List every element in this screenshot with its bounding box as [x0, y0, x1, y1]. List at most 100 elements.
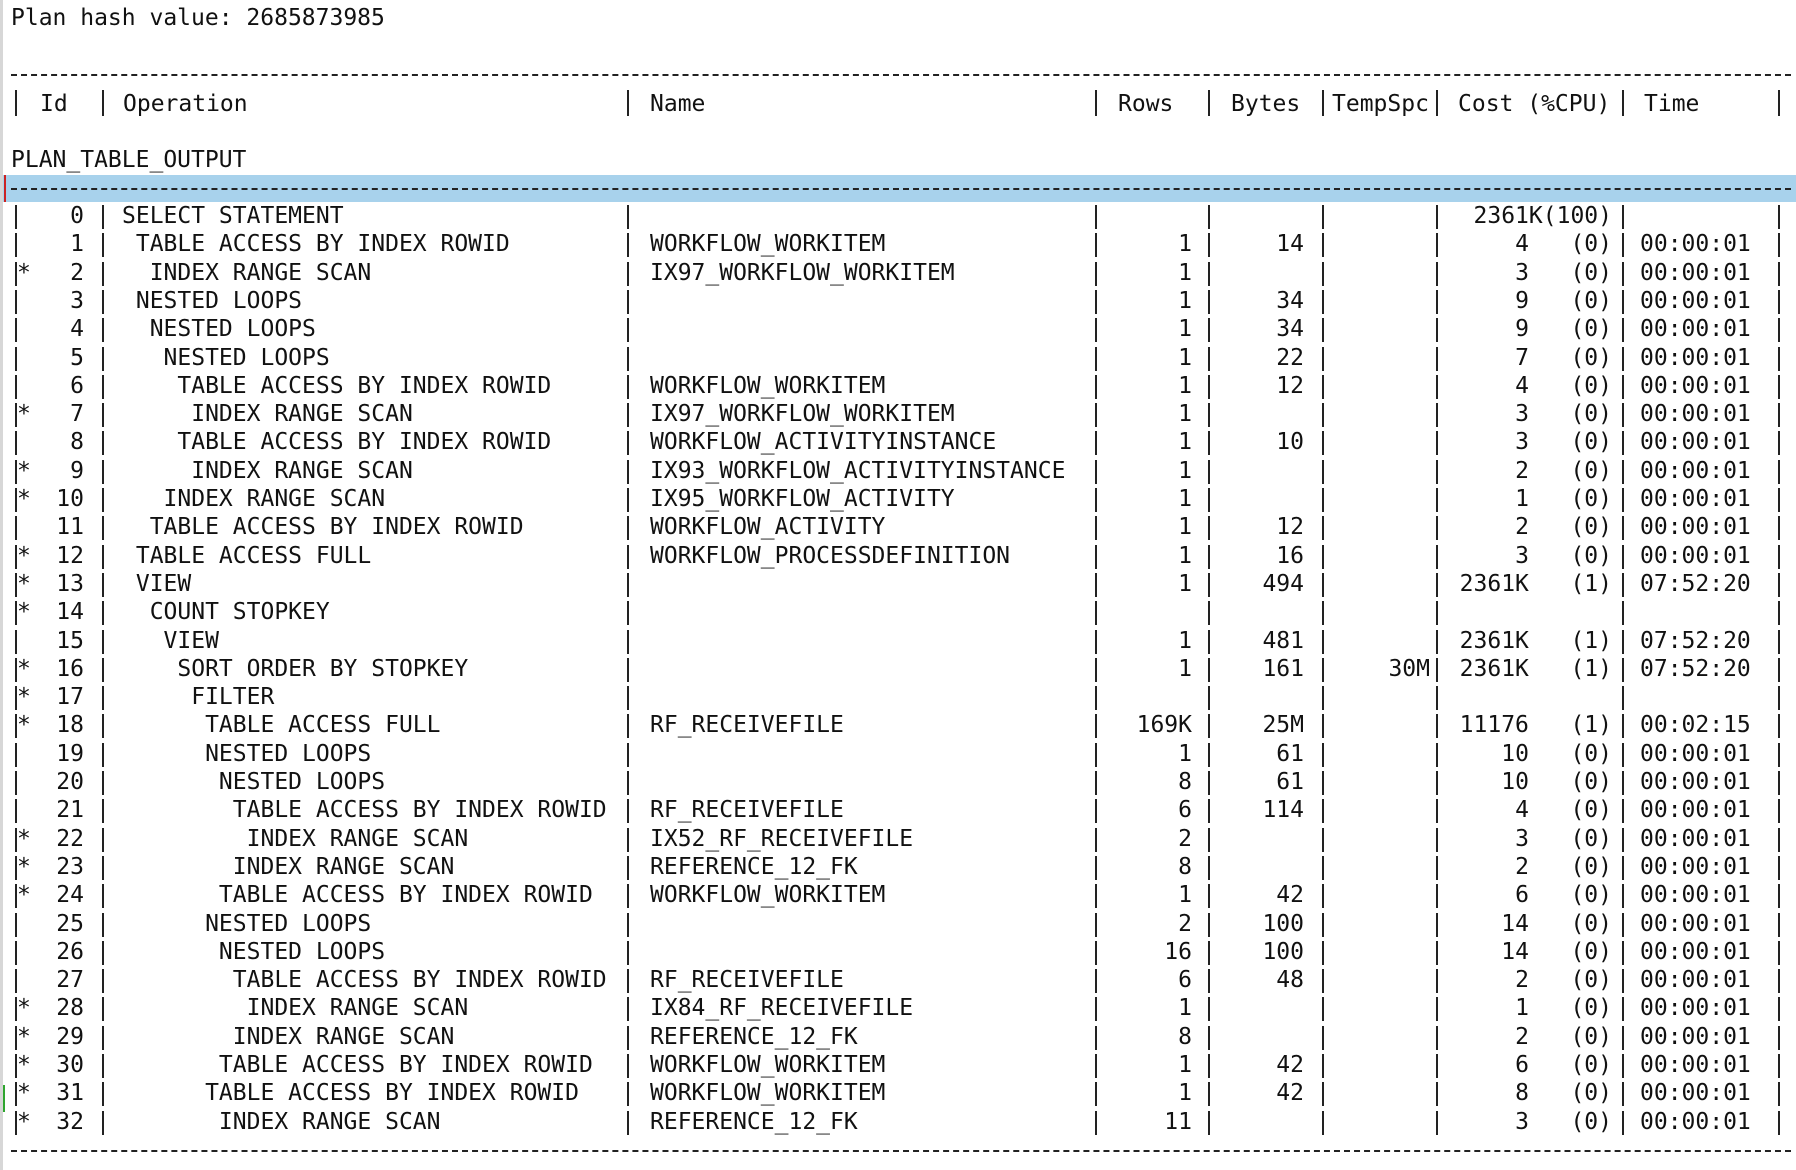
row-id: 20 [56, 769, 84, 795]
column-separator [1208, 261, 1210, 286]
column-separator [1208, 1110, 1210, 1135]
column-separator [1095, 855, 1097, 880]
row-operation: INDEX RANGE SCAN [122, 486, 386, 512]
column-separator [1622, 686, 1624, 711]
table-row: * 31 TABLE ACCESS BY INDEX ROWID WORKFLOW_… [0, 1079, 1796, 1107]
column-separator [1436, 855, 1438, 880]
row-name [650, 315, 1090, 343]
row-cost: 11176 (1) [1459, 712, 1612, 739]
header-column-separator [1778, 90, 1780, 116]
column-separator [1208, 431, 1210, 456]
column-separator [15, 431, 17, 456]
column-separator [1322, 855, 1324, 880]
row-operation: NESTED LOOPS [122, 740, 372, 767]
column-separator [102, 403, 104, 428]
column-separator [1622, 544, 1624, 569]
column-separator [1322, 431, 1324, 456]
column-separator [1778, 855, 1780, 880]
row-cost: 3 (0) [1515, 825, 1612, 852]
column-separator [1095, 799, 1097, 824]
row-time: 00:00:01 [1640, 825, 1751, 852]
row-rows: 1 [1178, 1052, 1192, 1078]
header-column-separator [1322, 90, 1324, 116]
column-separator [627, 855, 629, 880]
row-name [650, 910, 1090, 938]
column-separator [1322, 771, 1324, 795]
row-tempspc [1326, 994, 1430, 1022]
row-cost: 2 (0) [1515, 457, 1612, 484]
row-id: 32 [56, 1108, 84, 1135]
column-separator [1208, 289, 1210, 314]
row-time: 00:00:01 [1640, 429, 1751, 456]
row-time: 07:52:20 [1640, 627, 1751, 654]
row-operation: INDEX RANGE SCAN [122, 457, 413, 484]
row-time: 00:00:01 [1640, 882, 1751, 909]
column-separator [1095, 544, 1097, 569]
row-operation: TABLE ACCESS BY INDEX ROWID [122, 797, 607, 824]
column-separator [1436, 912, 1438, 937]
row-operation: VIEW [122, 570, 192, 597]
column-separator [15, 572, 17, 597]
row-name: IX84_RF_RECEIVEFILE [650, 995, 914, 1022]
row-id: 5 [70, 344, 84, 371]
column-separator [1778, 1054, 1780, 1078]
column-separator [1436, 403, 1438, 428]
column-separator [627, 827, 629, 852]
body-bottom-rule [11, 1150, 1791, 1152]
row-bytes: 61 [1276, 740, 1304, 767]
column-separator [1322, 403, 1324, 428]
column-separator [1622, 629, 1624, 654]
row-rows: 1 [1178, 316, 1192, 343]
table-row: * 12 TABLE ACCESS FULL WORKFLOW_PROCESSDEF… [0, 542, 1796, 570]
table-row: 19 NESTED LOOPS 1 61 10 (0) 00:00:01 [0, 740, 1796, 768]
row-tempspc [1326, 683, 1430, 711]
row-time: 00:00:01 [1640, 995, 1751, 1022]
column-separator [1208, 403, 1210, 428]
row-time: 00:00:01 [1640, 401, 1751, 428]
column-separator [1622, 969, 1624, 994]
row-name: WORKFLOW_WORKITEM [650, 1052, 886, 1078]
column-separator [1778, 516, 1780, 541]
row-bytes: 12 [1276, 372, 1304, 399]
column-separator [1095, 912, 1097, 937]
table-row: * 14 COUNT STOPKEY [0, 598, 1796, 626]
column-separator [102, 997, 104, 1022]
row-time: 07:52:20 [1640, 570, 1751, 597]
column-separator [627, 657, 629, 682]
table-row: 26 NESTED LOOPS 16 100 14 (0) 00:00:01 [0, 938, 1796, 966]
column-separator [1622, 855, 1624, 880]
column-separator [627, 233, 629, 258]
header-tempspc: TempSpc [1332, 91, 1429, 117]
column-separator [1778, 431, 1780, 456]
row-tempspc [1326, 202, 1430, 230]
row-time: 00:00:01 [1640, 1052, 1751, 1078]
column-separator [102, 912, 104, 937]
row-id: 8 [70, 429, 84, 456]
column-separator [1208, 742, 1210, 767]
column-separator [102, 488, 104, 512]
column-separator [1095, 1110, 1097, 1135]
table-row: * 32 INDEX RANGE SCAN REFERENCE_12_FK 11 3 (… [0, 1108, 1796, 1136]
row-tempspc [1326, 1023, 1430, 1051]
column-separator [1436, 714, 1438, 739]
header-column-separator [1208, 90, 1210, 116]
column-separator [1778, 601, 1780, 626]
column-separator [1436, 459, 1438, 484]
column-separator [1208, 233, 1210, 258]
column-separator [102, 771, 104, 795]
row-id: 24 [56, 882, 84, 909]
column-separator [1095, 459, 1097, 484]
column-separator [1095, 1082, 1097, 1107]
row-id: 0 [70, 203, 84, 229]
column-separator [627, 205, 629, 229]
column-separator [627, 686, 629, 711]
column-separator [102, 827, 104, 852]
row-tempspc [1326, 485, 1430, 513]
column-separator [1778, 459, 1780, 484]
table-row: * 2 INDEX RANGE SCAN IX97_WORKFLOW_WORKITE… [0, 259, 1796, 287]
column-separator [1778, 969, 1780, 994]
column-separator [1322, 969, 1324, 994]
column-separator [1436, 1082, 1438, 1107]
row-operation: TABLE ACCESS BY INDEX ROWID [122, 1080, 579, 1107]
column-separator [1208, 374, 1210, 399]
